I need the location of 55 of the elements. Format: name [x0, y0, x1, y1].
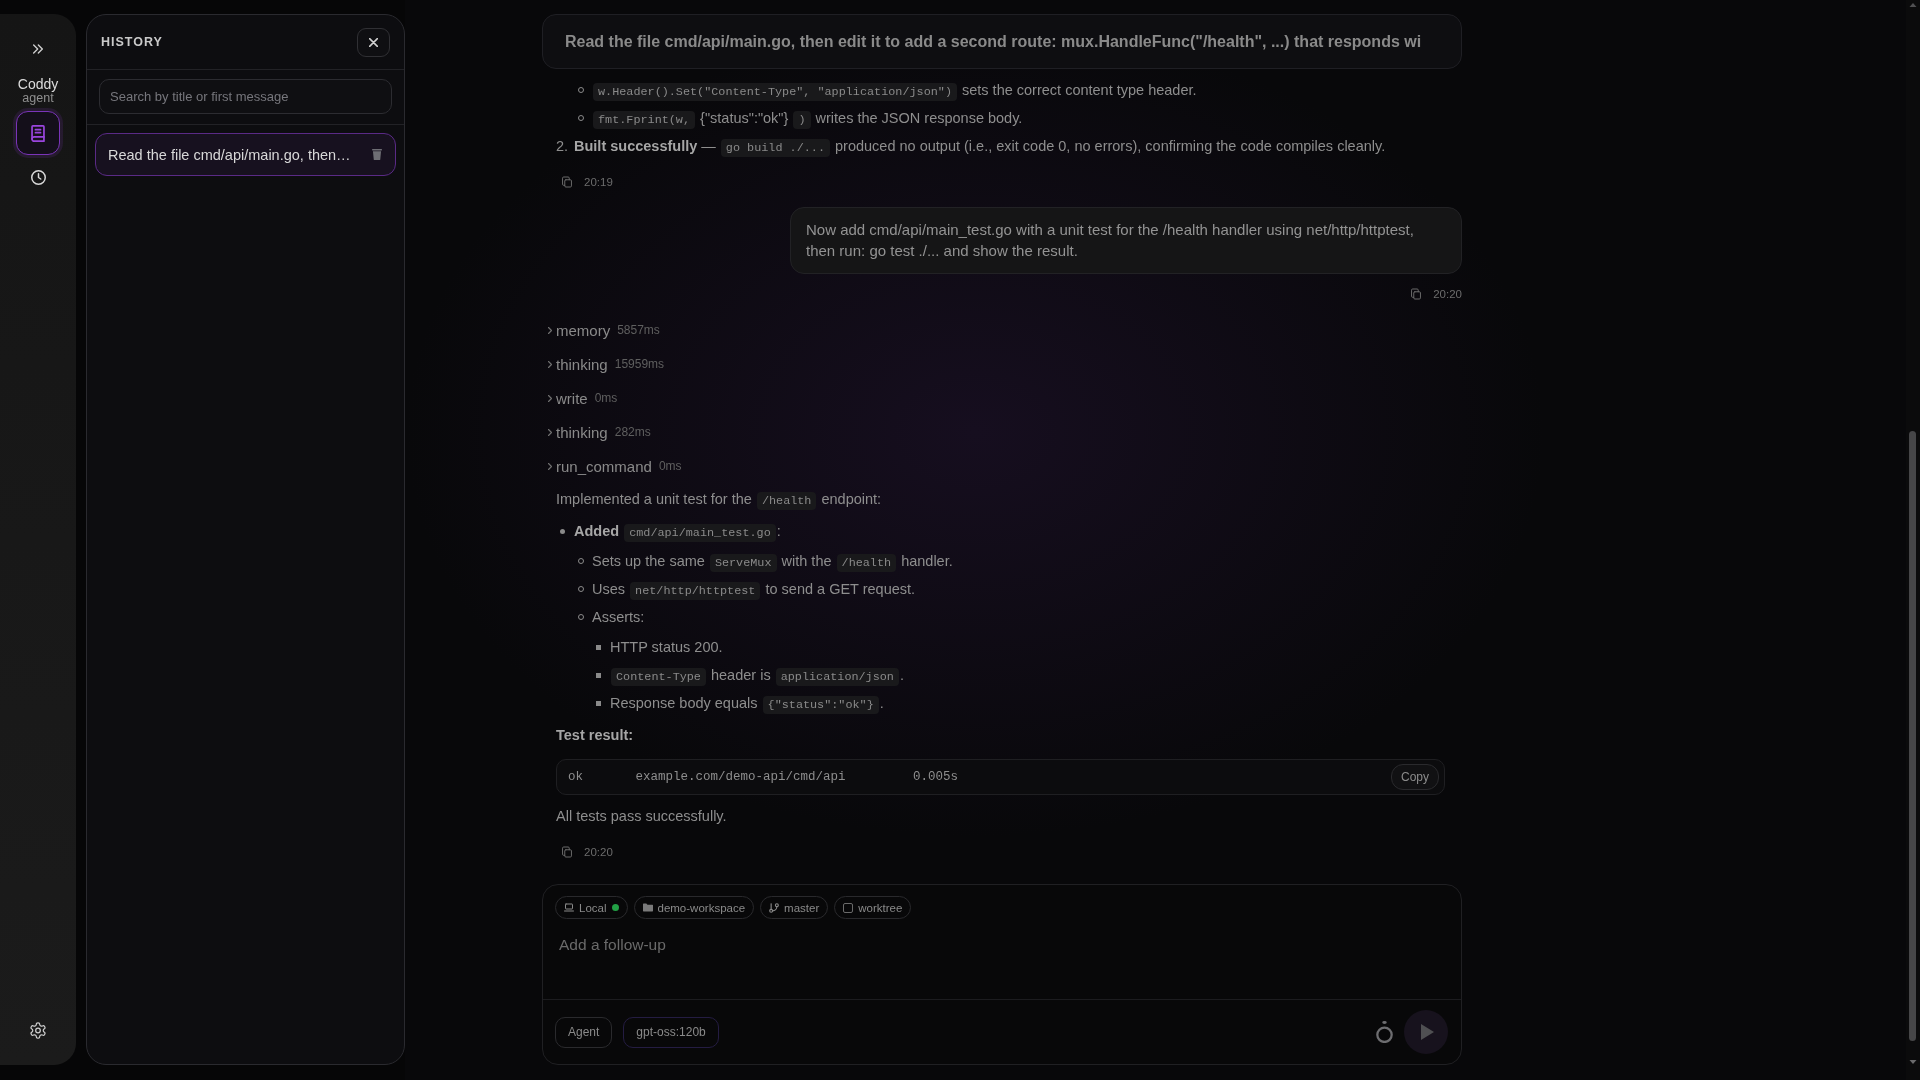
message-input[interactable]: Add a follow-up	[559, 936, 1445, 999]
list-item-text: w.Header().Set("Content-Type", "application/json") sets the correct content type header.	[592, 79, 1462, 101]
checkbox[interactable]	[843, 902, 854, 913]
message-time: 20:20	[1433, 288, 1462, 300]
list-item-text: Built successfully — go build ./... produced no output (i.e., exit code 0, no errors), confirming the code compiles cleanly.	[574, 137, 1387, 157]
tool-step[interactable]: memory 5857ms	[548, 313, 660, 347]
tool-step[interactable]: run_command 0ms	[548, 449, 682, 483]
laptop-icon	[564, 903, 574, 912]
chevrons-right-icon[interactable]	[33, 44, 43, 54]
bullet-icon	[596, 644, 601, 650]
list-item-text: Asserts:	[592, 608, 646, 627]
copy-icon[interactable]	[562, 176, 572, 188]
close-icon	[369, 37, 378, 47]
play-icon	[1421, 1024, 1434, 1040]
bullet-icon	[560, 528, 565, 534]
tool-step[interactable]: thinking 282ms	[548, 415, 651, 449]
user-message: Now add cmd/api/main_test.go with a unit test for the /health handler using net/http/httptest, then run: go test ./... and show the result.	[790, 207, 1462, 274]
tool-step[interactable]: thinking 15959ms	[548, 347, 665, 381]
list-item-text: Uses net/http/httptest to send a GET request.	[592, 580, 917, 600]
copy-icon[interactable]	[562, 846, 572, 858]
message-time: 20:19	[584, 176, 613, 188]
tool-step[interactable]: write 0ms	[548, 381, 618, 415]
copy-icon[interactable]	[1411, 288, 1422, 300]
app-subtitle: agent	[22, 92, 54, 105]
settings-icon[interactable]	[30, 1022, 46, 1039]
message-text: Implemented a unit test for the /health endpoint:	[556, 490, 883, 510]
mode-button[interactable]: Agent	[555, 1016, 613, 1048]
pinned-prompt: Read the file cmd/api/main.go, then edit it to add a second route: mux.HandleFunc("/health", ...) that responds wi	[542, 14, 1462, 69]
clock-icon	[30, 169, 46, 185]
message-composer[interactable]: Local demo-workspace master worktree Add a follow-up Agent gpt-oss:120b	[542, 884, 1462, 1065]
list-item-text: HTTP status 200.	[610, 638, 724, 657]
book-icon	[31, 124, 45, 142]
git-branch-icon	[769, 902, 780, 913]
list-item-text: Content-Type header is application/json .	[610, 664, 1462, 686]
list-item-text: Added cmd/api/main_test.go :	[574, 522, 782, 542]
list-item-text: Sets up the same ServeMux with the /health handler.	[592, 552, 954, 572]
ring-icon[interactable]	[1376, 1021, 1393, 1043]
app-name: Coddy	[17, 76, 59, 92]
folder-icon	[642, 903, 653, 912]
bullet-icon	[596, 700, 601, 706]
panel-title: HISTORY	[101, 35, 163, 49]
list-item-text: Response body equals {"status":"ok"} .	[610, 694, 885, 714]
list-number: 2.	[556, 137, 570, 156]
search-field[interactable]: Search by title or first message	[99, 79, 392, 114]
section-heading: Test result:	[556, 726, 635, 745]
bullet-icon	[596, 672, 601, 678]
code-text: ok example.com/demo-api/cmd/api 0.005s	[568, 770, 959, 784]
model-button[interactable]: gpt-oss:120b	[623, 1016, 719, 1048]
copy-button[interactable]: Copy	[1391, 764, 1439, 790]
close-button[interactable]	[357, 27, 390, 57]
trash-icon[interactable]	[372, 149, 382, 160]
message-text: All tests pass successfully.	[556, 807, 728, 826]
list-item-text: fmt.Fprint(w, {"status":"ok"} ) writes the JSON response body.	[592, 107, 1462, 129]
message-time: 20:20	[584, 846, 613, 858]
history-item[interactable]: Read the file cmd/api/main.go, then…	[95, 133, 396, 176]
